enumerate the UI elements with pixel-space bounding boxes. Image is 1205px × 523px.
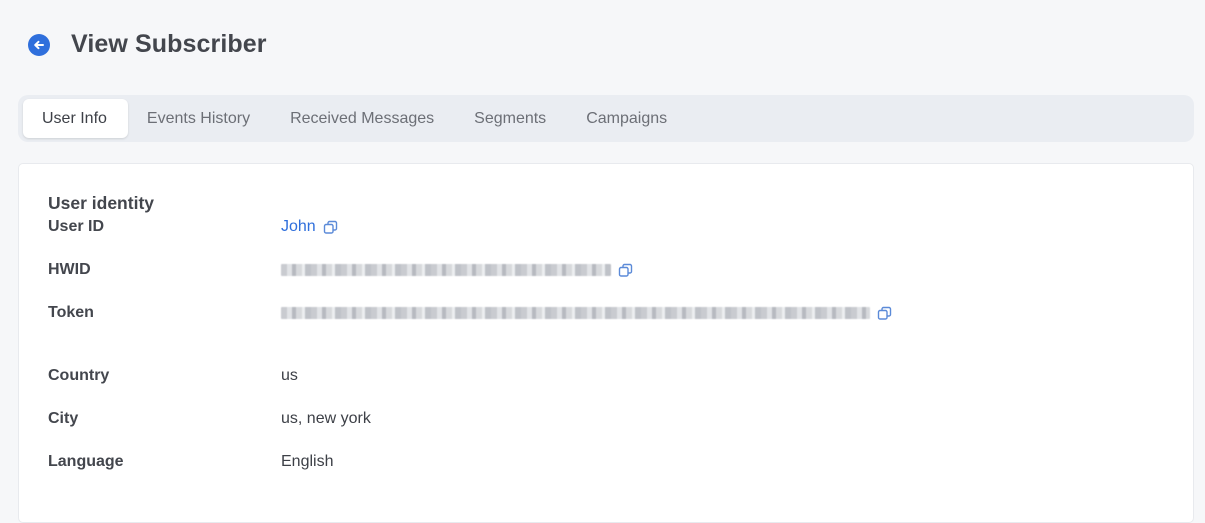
hwid-value bbox=[281, 263, 633, 278]
field-label: Token bbox=[48, 304, 94, 321]
field-row-language: Language English bbox=[48, 451, 333, 473]
page-title: View Subscriber bbox=[71, 30, 267, 58]
field-label: Language bbox=[48, 453, 124, 470]
field-label: HWID bbox=[48, 261, 91, 278]
tab-user-info[interactable]: User Info bbox=[23, 99, 128, 138]
token-value bbox=[281, 306, 892, 321]
tab-received-messages[interactable]: Received Messages bbox=[271, 99, 455, 138]
user-id-text[interactable]: John bbox=[281, 218, 316, 236]
tab-segments[interactable]: Segments bbox=[455, 99, 567, 138]
field-row-country: Country us bbox=[48, 365, 298, 387]
page-header: View Subscriber bbox=[28, 30, 267, 59]
user-id-value[interactable]: John bbox=[281, 218, 338, 236]
field-row-city: City us, new york bbox=[48, 408, 371, 430]
language-value: English bbox=[281, 453, 334, 470]
copy-icon[interactable] bbox=[323, 220, 338, 235]
field-label: Country bbox=[48, 367, 110, 384]
tab-bar: User Info Events History Received Messag… bbox=[18, 95, 1194, 142]
tab-events-history[interactable]: Events History bbox=[128, 99, 271, 138]
field-row-token: Token bbox=[48, 302, 892, 324]
field-row-user-id: User ID John bbox=[48, 216, 338, 238]
copy-icon[interactable] bbox=[877, 306, 892, 321]
arrow-left-icon bbox=[34, 40, 44, 49]
back-button[interactable] bbox=[28, 33, 50, 56]
user-info-card: User identity User ID John HWID Token Co bbox=[18, 163, 1194, 523]
token-redacted bbox=[281, 307, 870, 319]
copy-icon[interactable] bbox=[618, 263, 633, 278]
country-value: us bbox=[281, 367, 298, 384]
field-label: User ID bbox=[48, 218, 105, 235]
hwid-redacted bbox=[281, 264, 611, 276]
tab-campaigns[interactable]: Campaigns bbox=[567, 99, 688, 138]
section-title-user-identity: User identity bbox=[48, 193, 154, 213]
field-label: City bbox=[48, 410, 79, 427]
city-value: us, new york bbox=[281, 410, 371, 427]
field-row-hwid: HWID bbox=[48, 259, 633, 281]
